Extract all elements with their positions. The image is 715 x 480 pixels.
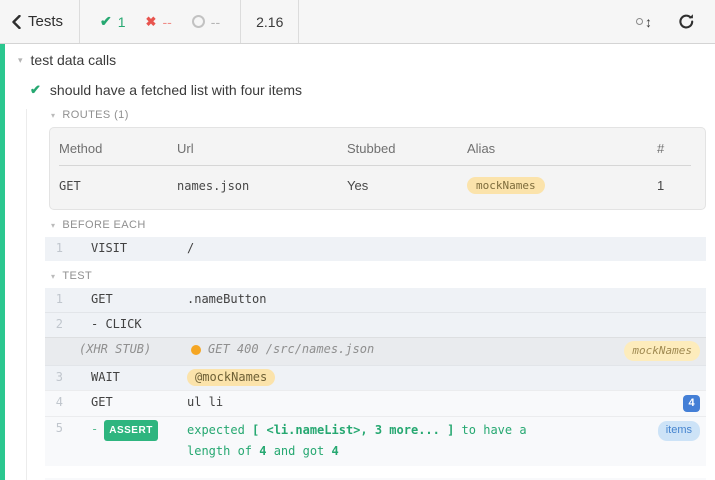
message-part: /	[187, 241, 194, 255]
command-message: GET 400 /src/names.json	[208, 341, 624, 358]
route-alias-cell: mockNames	[467, 166, 657, 197]
message-part: @mockNames	[187, 369, 275, 386]
command-row[interactable]: 3 WAIT@mockNames	[45, 365, 706, 390]
chevron-down-icon: ▾	[51, 111, 55, 120]
xhr-alias-badge: mockNames	[624, 341, 700, 361]
items-pill-badge: items	[658, 421, 700, 441]
test-section-header[interactable]: ▾ TEST	[51, 270, 706, 282]
command-message: @mockNames	[187, 369, 700, 386]
message-part: expected	[187, 423, 252, 437]
pending-count: --	[211, 14, 220, 30]
col-header-url: Url	[177, 139, 347, 166]
duration-value: 2.16	[241, 0, 299, 43]
check-icon: ✔	[100, 13, 112, 30]
assert-badge: ASSERT	[104, 420, 158, 441]
routes-table-body: GETnames.jsonYesmockNames 1	[59, 166, 691, 197]
command-method: -ASSERT	[91, 420, 187, 441]
xhr-event-label: (XHR STUB)	[45, 341, 191, 358]
back-to-tests-button[interactable]: Tests	[0, 0, 80, 43]
chevron-down-icon: ▾	[51, 221, 55, 230]
stat-pending: --	[192, 14, 220, 30]
stat-failed: ✖ --	[146, 14, 172, 30]
message-part: .nameButton	[187, 292, 266, 306]
pass-indicator-bar	[0, 44, 5, 480]
command-message: .nameButton	[187, 291, 700, 308]
routes-panel: Method Url Stubbed Alias # GETnames.json…	[49, 127, 706, 210]
routes-section-label: ROUTES (1)	[62, 109, 128, 121]
command-number: 1	[45, 291, 63, 308]
element-count-badge: 4	[683, 395, 700, 412]
chevron-left-icon	[12, 15, 21, 29]
chevron-down-icon: ▾	[18, 55, 23, 66]
chevron-down-icon: ▾	[51, 272, 55, 281]
command-message: expected [ <li.nameList>, 3 more... ] to…	[187, 420, 555, 462]
suite-title-label: test data calls	[31, 52, 117, 68]
test-stats: ✔ 1 ✖ -- --	[80, 0, 241, 43]
message-part: GET 400 /src/names.json	[208, 342, 374, 356]
xhr-dot-icon	[191, 345, 201, 355]
command-row[interactable]: 5-ASSERTexpected [ <li.nameList>, 3 more…	[45, 416, 706, 466]
pending-circle-icon	[192, 15, 205, 28]
test-title-label: should have a fetched list with four ite…	[50, 82, 302, 98]
command-row[interactable]: 2 - CLICK	[45, 312, 706, 337]
command-number: 4	[45, 394, 63, 411]
back-label: Tests	[28, 13, 63, 30]
routes-table: Method Url Stubbed Alias # GETnames.json…	[59, 139, 691, 196]
assert-dash: -	[91, 422, 98, 436]
command-number: 2	[45, 316, 63, 333]
test-section-label: TEST	[62, 270, 92, 282]
up-down-arrow-icon: ↕	[645, 14, 652, 30]
refresh-button[interactable]	[678, 13, 695, 30]
x-icon: ✖	[146, 14, 157, 30]
route-alias-badge: mockNames	[467, 177, 545, 194]
failed-count: --	[162, 14, 171, 30]
command-method: - CLICK	[91, 316, 187, 333]
route-stubbed-cell: Yes	[347, 166, 467, 197]
route-method-cell: GET	[59, 166, 177, 197]
before-each-section-label: BEFORE EACH	[62, 219, 145, 231]
test-commands: 1GET.nameButton2- CLICK(XHR STUB)GET 400…	[45, 288, 706, 480]
command-method: GET	[91, 291, 187, 308]
command-message: /	[187, 240, 700, 257]
command-row[interactable]: 1 GET.nameButton	[45, 288, 706, 312]
suite-header[interactable]: ▾ test data calls	[0, 44, 715, 68]
command-method: WAIT	[91, 369, 187, 386]
command-method: GET	[91, 394, 187, 411]
message-part: ul li	[187, 395, 223, 409]
command-number: 1	[45, 240, 63, 257]
passed-count: 1	[118, 14, 126, 30]
scroll-dot-icon	[636, 18, 643, 25]
command-row[interactable]: 1 VISIT/	[45, 237, 706, 261]
command-row[interactable]: (XHR STUB) GET 400 /src/names.json mockNam…	[45, 337, 706, 365]
col-header-method: Method	[59, 139, 177, 166]
check-icon: ✔	[30, 82, 41, 98]
route-url-cell: names.json	[177, 166, 347, 197]
refresh-icon	[678, 13, 695, 30]
command-message: ul li	[187, 394, 683, 411]
command-row[interactable]: 4 GETul li 4	[45, 390, 706, 416]
command-number: 3	[45, 369, 63, 386]
header-controls: ↕	[636, 0, 715, 43]
command-method: VISIT	[91, 240, 187, 257]
col-header-stubbed: Stubbed	[347, 139, 467, 166]
col-header-alias: Alias	[467, 139, 657, 166]
message-part: and got	[266, 444, 331, 458]
col-header-count: #	[657, 139, 691, 166]
command-number: 5	[45, 420, 63, 437]
auto-scroll-toggle[interactable]: ↕	[636, 14, 652, 30]
test-content: ▾ ROUTES (1) Method Url Stubbed Alias # …	[26, 109, 715, 480]
before-each-section-header[interactable]: ▾ BEFORE EACH	[51, 219, 706, 231]
test-header[interactable]: ✔ should have a fetched list with four i…	[0, 68, 715, 98]
reporter-header: Tests ✔ 1 ✖ -- -- 2.16 ↕	[0, 0, 715, 44]
before-each-commands: 1 VISIT/	[45, 237, 706, 261]
route-count-cell: 1	[657, 166, 691, 197]
message-part: [ <li.nameList>, 3 more... ]	[252, 423, 454, 437]
routes-section-header[interactable]: ▾ ROUTES (1)	[51, 109, 706, 121]
message-part: 4	[332, 444, 339, 458]
route-table-row: GETnames.jsonYesmockNames 1	[59, 166, 691, 197]
stat-passed: ✔ 1	[100, 13, 126, 30]
